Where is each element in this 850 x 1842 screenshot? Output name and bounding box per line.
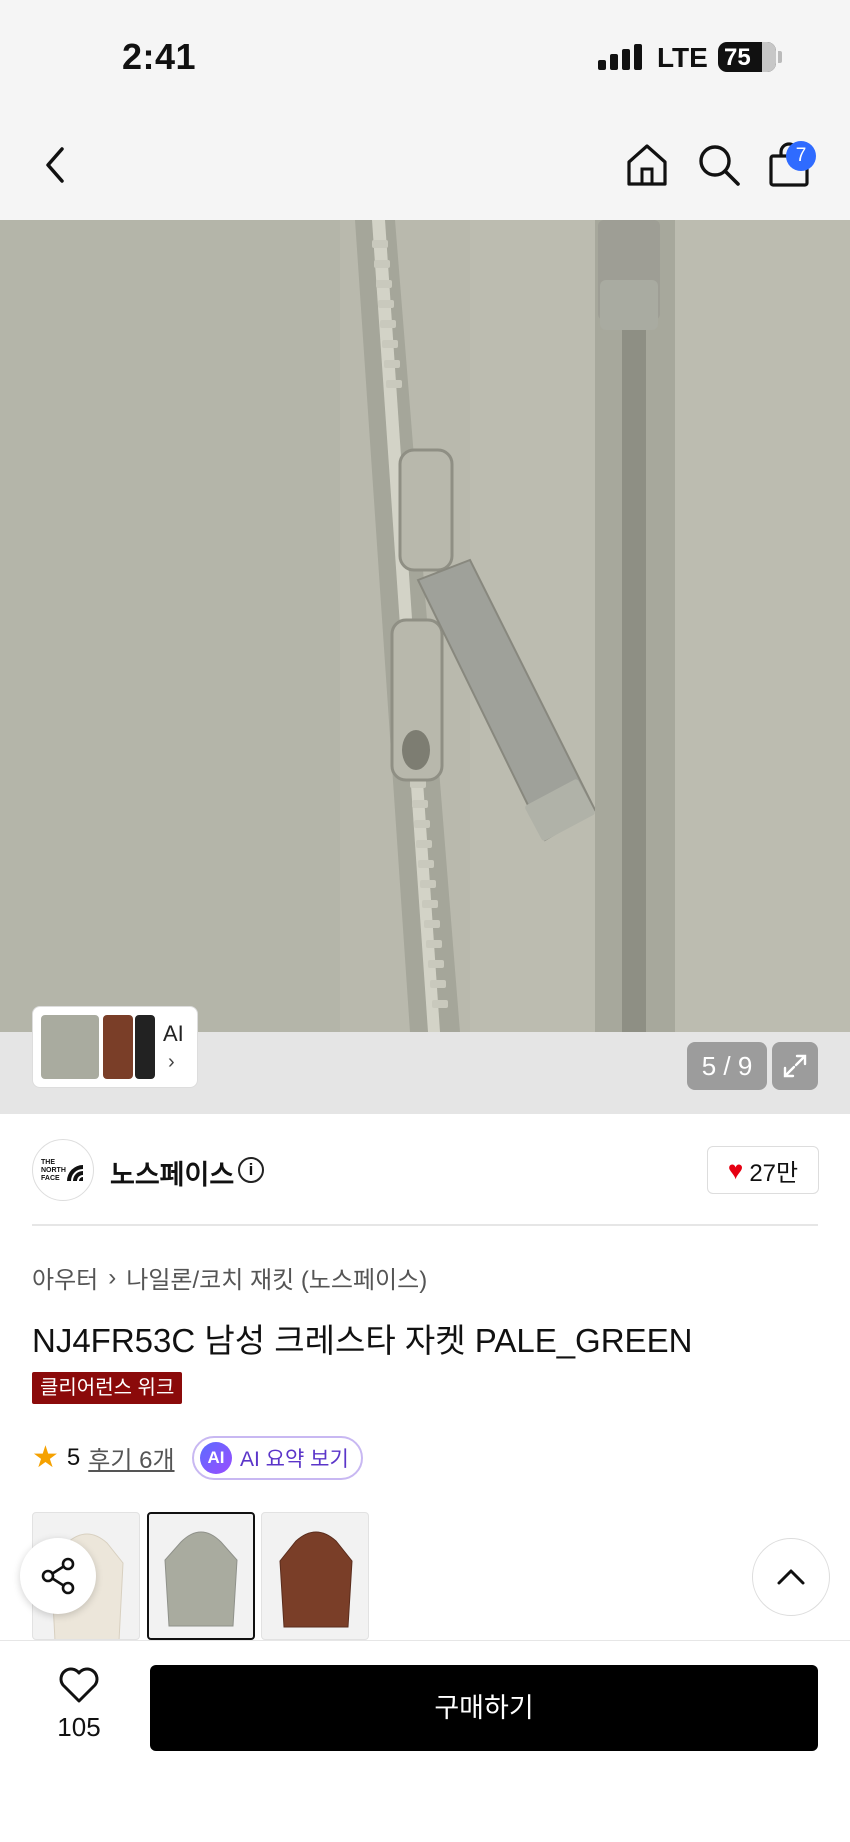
- review-count-link[interactable]: 후기 6개: [88, 1440, 174, 1475]
- product-title: NJ4FR53C 남성 크레스타 자켓 PALE_GREEN: [32, 1322, 693, 1359]
- chevron-up-icon: [777, 1569, 805, 1585]
- share-icon: [41, 1557, 75, 1595]
- product-photo: [0, 220, 850, 1032]
- ai-label: AI: [163, 1021, 184, 1046]
- breadcrumb: 아우터 › 나일론/코치 재킷 (노스페이스): [32, 1260, 427, 1295]
- ai-style-thumbnails[interactable]: AI ›: [32, 1006, 198, 1088]
- thumb-brown: [103, 1015, 133, 1079]
- image-counter: 5 / 9: [687, 1042, 767, 1090]
- buy-button[interactable]: 구매하기: [150, 1665, 818, 1751]
- battery-percent: 75: [724, 44, 751, 71]
- ai-summary-button[interactable]: AI AI 요약 보기: [192, 1436, 363, 1480]
- back-button[interactable]: [28, 138, 82, 192]
- network-label: LTE: [657, 42, 708, 73]
- wishlist-button[interactable]: 105: [44, 1665, 114, 1743]
- battery-tip: [778, 51, 782, 63]
- brand-logo[interactable]: THE NORTH FACE: [32, 1139, 94, 1201]
- search-icon: [699, 145, 740, 186]
- svg-text:THE: THE: [41, 1159, 55, 1166]
- brand-like-button[interactable]: ♥ 27만: [707, 1146, 819, 1194]
- divider: [32, 1224, 818, 1226]
- rating-score: 5: [66, 1443, 81, 1471]
- breadcrumb-item-category[interactable]: 나일론/코치 재킷 (노스페이스): [126, 1260, 427, 1295]
- ai-summary-label: AI 요약 보기: [240, 1448, 349, 1471]
- battery-icon: 75: [718, 42, 776, 72]
- status-time: 2:41: [122, 36, 197, 77]
- thumb-pale-green: [41, 1015, 99, 1079]
- status-bar: 2:41 LTE 75: [0, 0, 850, 110]
- back-chevron-icon: [46, 147, 64, 183]
- home-button[interactable]: [620, 138, 674, 192]
- color-option-pale-green[interactable]: [147, 1512, 255, 1640]
- heart-outline-icon: [59, 1667, 99, 1703]
- share-button[interactable]: [20, 1538, 96, 1614]
- color-option-brown[interactable]: [261, 1512, 369, 1640]
- wishlist-count: 105: [57, 1712, 101, 1742]
- thumb-black: [135, 1015, 155, 1079]
- cart-count-badge: 7: [786, 141, 816, 171]
- product-image-gallery[interactable]: AI › 5 / 9: [0, 220, 850, 1114]
- chevron-right-icon: ›: [168, 1051, 175, 1073]
- chevron-right-icon: ›: [108, 1263, 117, 1291]
- info-icon[interactable]: i: [238, 1157, 264, 1183]
- bottom-action-bar: 105 구매하기: [0, 1640, 850, 1842]
- svg-text:FACE: FACE: [41, 1175, 60, 1182]
- fullscreen-button[interactable]: [772, 1042, 818, 1090]
- svg-text:NORTH: NORTH: [41, 1167, 66, 1174]
- heart-filled-icon: ♥: [727, 1154, 744, 1185]
- star-icon: ★: [32, 1441, 59, 1474]
- brand-name[interactable]: 노스페이스: [110, 1153, 234, 1192]
- brand-like-count: 27만: [749, 1159, 799, 1187]
- home-icon: [627, 144, 667, 186]
- north-face-logo: THE NORTH FACE: [41, 1159, 83, 1182]
- top-nav: [0, 110, 850, 220]
- jacket-thumbnail: [279, 1531, 353, 1628]
- clearance-badge: 클리어런스 위크: [32, 1372, 183, 1404]
- jacket-thumbnail: [164, 1531, 238, 1627]
- expand-icon: [783, 1054, 807, 1078]
- breadcrumb-item-outer[interactable]: 아우터: [32, 1260, 98, 1295]
- search-button[interactable]: [692, 138, 746, 192]
- signal-icon: [598, 44, 644, 70]
- scroll-top-button[interactable]: [752, 1538, 830, 1616]
- rating-row: ★ 5 후기 6개: [32, 1440, 175, 1475]
- ai-icon: AI: [200, 1442, 232, 1474]
